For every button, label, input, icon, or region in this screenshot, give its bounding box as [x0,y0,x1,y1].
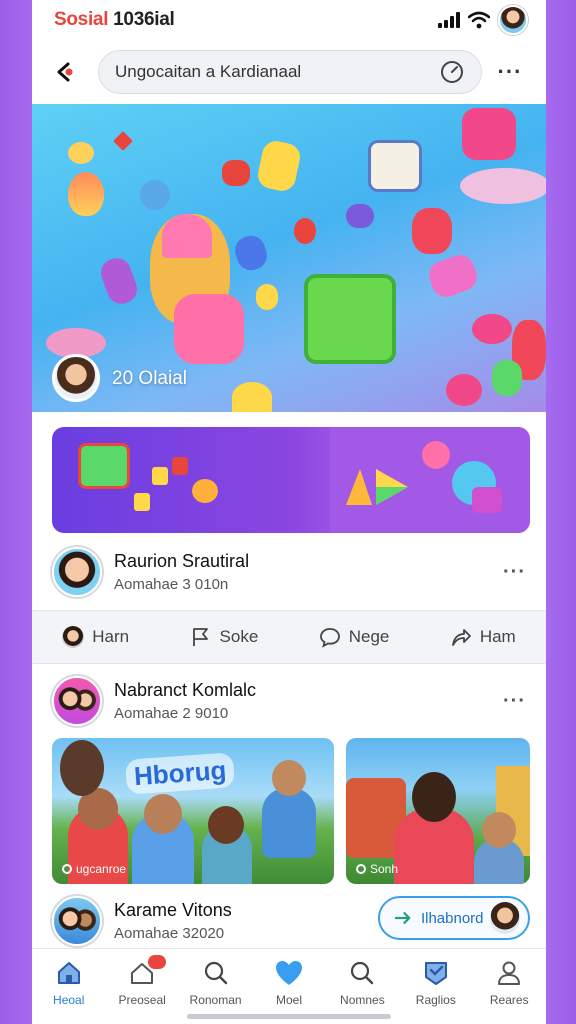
promo-banner[interactable] [52,427,530,533]
post-more-button[interactable]: ··· [503,561,526,584]
home-icon [57,962,80,984]
post-avatar[interactable] [52,896,102,946]
badge-icon [424,962,447,985]
comment-icon [319,628,340,648]
hero-banner[interactable]: 20 Olaial [32,104,546,412]
action-soke[interactable]: Soke [190,626,258,648]
bottom-tab-bar: Heoal Preoseal Ronoman Moel Nomnes Ragli… [32,948,546,1024]
wifi-icon [468,11,490,29]
more-options-button[interactable]: ··· [490,59,530,85]
action-ham[interactable]: Ham [450,626,516,648]
share-icon [451,629,471,646]
tab-badges[interactable]: Raglios [399,949,472,1024]
post-actions: Harn Soke Nege Ham [32,610,546,664]
search-icon [204,961,227,985]
heart-icon [275,961,302,985]
status-bar: Sosial 1036ial [32,0,546,40]
follow-avatar [489,902,520,934]
avatar-icon [62,626,85,648]
tv-icon [78,443,130,489]
tab-search[interactable]: Ronoman [179,949,252,1024]
post-photo[interactable]: Hborug ugcanroe [52,738,334,884]
play-icon [346,469,408,505]
profile-avatar[interactable] [498,5,528,35]
post-header[interactable]: Nabranct Komlalc Aomahae 2 9010 ··· [32,670,546,732]
phone-screen: Sosial 1036ial Ungocaitan a Kardianaal ·… [32,0,546,1024]
post-meta: Aomahae 2 9010 [114,705,229,722]
flag-icon [192,628,208,646]
forward-icon [394,912,411,924]
tab-explore[interactable]: Nomnes [326,949,399,1024]
signal-icon [438,12,460,28]
post-photos: Hborug ugcanroe Sonh [52,738,530,884]
tab-likes[interactable]: Moel [252,949,325,1024]
post-avatar[interactable] [52,676,102,726]
location-icon [356,864,366,874]
notification-badge [148,955,167,969]
tab-home[interactable]: Heoal [32,949,105,1024]
search-text: Ungocaitan a Kardianaal [115,62,302,81]
action-nege[interactable]: Nege [319,626,389,648]
follow-label: Ilhabnord [420,909,484,927]
post-meta: Aomahae 3 010n [114,576,229,593]
follow-button[interactable]: Ilhabnord [378,896,530,940]
search-row: Ungocaitan a Kardianaal ··· [32,44,546,100]
clock-icon[interactable] [439,59,465,85]
explore-icon [351,961,374,985]
home-indicator [187,1014,391,1019]
post-avatar[interactable] [52,547,102,597]
post-header[interactable]: Raurion Srautiral Aomahae 3 010n ··· [32,541,546,603]
post-author[interactable]: Nabranct Komlalc [114,680,256,701]
search-input[interactable]: Ungocaitan a Kardianaal [98,50,482,94]
post-more-button[interactable]: ··· [503,690,526,713]
photo-caption: Sonh [356,862,398,876]
photo-caption: ugcanroe [62,862,126,876]
app-title-brand: Sosial [54,9,109,30]
back-arrow-icon [57,62,73,82]
app-title-suffix: 1036ial [113,9,175,30]
post-meta: Aomahae 32020 [114,925,225,942]
post-photo[interactable]: Sonh [346,738,530,884]
profile-icon [498,961,521,985]
hero-avatar[interactable] [52,354,100,402]
tab-notifications[interactable]: Preoseal [105,949,178,1024]
post-author[interactable]: Raurion Srautiral [114,551,249,572]
photo-sign: Hborug [124,752,236,795]
post-author[interactable]: Karame Vitons [114,900,232,921]
tab-profile[interactable]: Reares [473,949,546,1024]
location-icon [62,864,72,874]
hero-label: 20 Olaial [112,368,187,389]
app-title: Sosial 1036ial [54,9,175,31]
back-button[interactable] [48,55,82,89]
action-harn[interactable]: Harn [62,626,129,648]
